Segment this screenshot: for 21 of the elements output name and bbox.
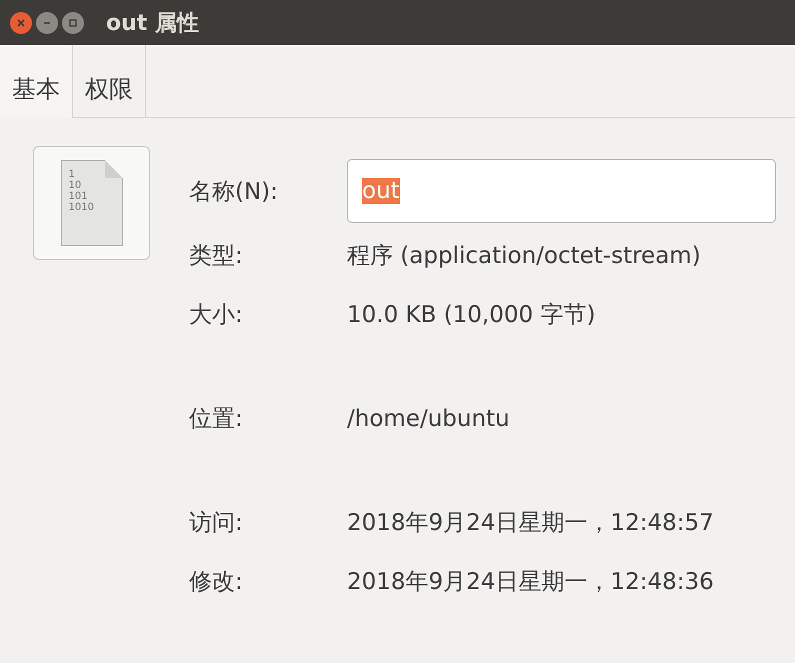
field-value: /home/ubuntu [347,406,510,432]
field-label: 位置: [189,405,244,434]
file-icon: 1 10 101 1010 [60,160,122,246]
file-icon-button[interactable]: 1 10 101 1010 [33,146,150,260]
maximize-button[interactable] [62,12,84,34]
field-value: 2018年9月24日星期一，12:48:57 [347,509,714,538]
tab[interactable]: 基本 [0,45,73,118]
window-title: out 属性 [106,10,199,38]
field-value: 程序 (application/octet-stream) [347,242,701,271]
field-value: 10.0 KB (10,000 字节) [347,301,596,330]
tab[interactable]: 权限 [73,45,146,118]
field-label: 名称(N): [189,178,279,206]
field-label: 类型: [189,242,244,271]
close-icon [16,18,26,28]
field-label: 大小: [189,301,244,330]
minimize-button[interactable] [36,12,58,34]
field-label: 访问: [189,509,244,538]
field-value: 2018年9月24日星期一，12:48:36 [347,568,714,597]
field-label: 修改: [189,568,244,597]
close-button[interactable] [10,12,32,34]
maximize-icon [68,18,78,28]
